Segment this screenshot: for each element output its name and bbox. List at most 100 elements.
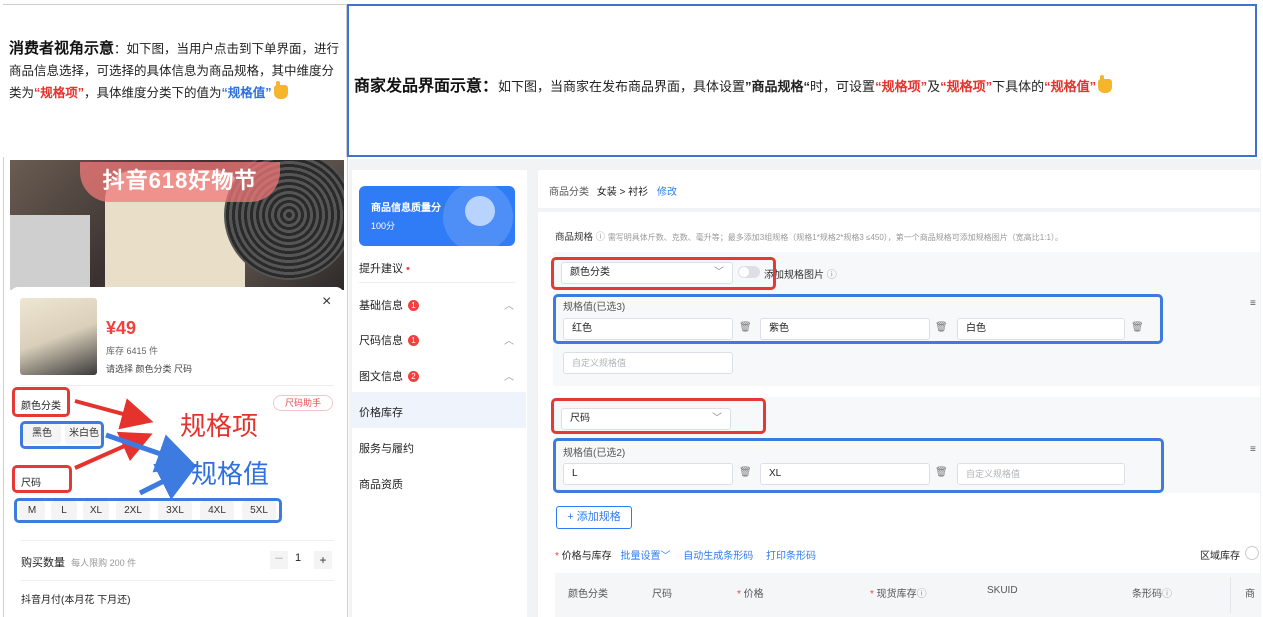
right-header-desc-3: 及 [927, 79, 941, 94]
drag-handle-icon[interactable]: ≡ [1250, 298, 1256, 309]
size-helper-button[interactable]: 尺码助手 [273, 395, 333, 411]
required-dot: • [403, 263, 410, 275]
sidebar-item-qualification[interactable]: 商品资质 [359, 476, 403, 492]
smiley-icon [465, 196, 495, 226]
sidebar-item-label: 图文信息 [359, 371, 403, 383]
chevron-up-icon[interactable]: ︿ [504, 332, 514, 347]
selection-hint: 请选择 颜色分类 尺码 [106, 364, 193, 374]
promo-shirt-left [10, 215, 90, 290]
info-icon: ⓘ [916, 589, 927, 600]
right-header-desc-2: 时，可设置 [810, 79, 876, 94]
spec-item-highlight-1 [551, 257, 776, 290]
quality-title: 商品信息质量分 [371, 203, 441, 214]
left-header-cell: 消费者视角示意：如下图，当用户点击到下单界面，进行商品信息选择，可选择的具体信息… [3, 4, 347, 157]
region-stock-label: 区域库存 [1200, 551, 1240, 562]
spec-item-highlight-color [12, 387, 70, 417]
promo-banner: 抖音618好物节 [80, 162, 280, 202]
auto-barcode-link[interactable]: 自动生成条形码 [683, 551, 753, 562]
left-header-spec-item: “规格项” [34, 86, 85, 100]
sidebar-item-label: 基础信息 [359, 300, 403, 312]
table-header-stock-text: 现货库存 [876, 589, 917, 600]
spec-item-highlight-2 [551, 398, 766, 434]
quantity-value[interactable]: 1 [295, 552, 301, 564]
category-row: 商品分类 女装 > 衬衫 修改 [549, 183, 677, 198]
arrow-to-size-value [138, 464, 198, 500]
sidebar-item-badge: 1 [408, 335, 419, 346]
table-header-barcode: 条形码ⓘ [1132, 585, 1172, 600]
chevron-down-icon: ﹀ [660, 551, 671, 562]
suggest-label[interactable]: 提升建议 • [359, 260, 410, 276]
chevron-up-icon[interactable]: ︿ [504, 297, 514, 312]
suggest-label-text: 提升建议 [359, 263, 403, 275]
pointing-hand-icon [273, 81, 288, 99]
pay-later-label: 抖音月付(本月花 下月还) [21, 595, 131, 606]
product-thumbnail [20, 298, 97, 375]
spec-value-highlight-2 [553, 438, 1164, 493]
consumer-view-title: 消费者视角示意 [9, 40, 115, 57]
category-label: 商品分类 [549, 187, 589, 198]
middle-divider [347, 157, 348, 617]
info-icon: ⓘ [1162, 589, 1172, 600]
left-divider [3, 157, 4, 617]
product-price: ¥49 [106, 318, 137, 338]
pointing-hand-icon [1098, 75, 1113, 93]
sidebar-item-service[interactable]: 服务与履约 [359, 440, 414, 456]
quality-score-card[interactable]: 商品信息质量分 100分 [359, 186, 515, 246]
table-header-barcode-text: 条形码 [1132, 589, 1162, 600]
left-header-text: 消费者视角示意：如下图，当用户点击到下单界面，进行商品信息选择，可选择的具体信息… [9, 38, 341, 104]
spec1-custom-value-input[interactable]: 自定义规格值 [563, 352, 733, 374]
right-header-cell: 商家发品界面示意：如下图，当商家在发布商品界面，具体设置”商品规格“时，可设置“… [347, 4, 1257, 157]
print-barcode-link[interactable]: 打印条形码 [766, 551, 816, 562]
info-icon: ⓘ [595, 232, 606, 243]
right-header-product-spec: ”商品规格“ [745, 79, 811, 94]
drag-handle-icon[interactable]: ≡ [1250, 444, 1256, 455]
quantity-limit: 每人限购 200 件 [71, 558, 137, 568]
sidebar-item-price-stock[interactable]: 价格库存 [359, 404, 403, 420]
quantity-label: 购买数量 每人限购 200 件 [21, 554, 136, 570]
spec-title: 商品规格 [555, 232, 594, 243]
add-spec-button[interactable]: + 添加规格 [556, 506, 632, 529]
quantity-plus-button[interactable]: + [314, 551, 332, 569]
chevron-up-icon[interactable]: ︿ [504, 368, 514, 383]
promo-image: 抖音618好物节 [10, 160, 344, 290]
sidebar-item-size-info[interactable]: 尺码信息 1 [359, 332, 419, 348]
sidebar-item-badge: 1 [408, 300, 419, 311]
sheet-divider [20, 385, 334, 386]
sidebar-divider [359, 282, 515, 283]
sidebar-item-graphic-info[interactable]: 图文信息 2 [359, 368, 419, 384]
right-header-desc-4: 下具体的 [992, 79, 1045, 94]
sheet-divider-3 [20, 580, 334, 581]
table-header-price-text: 价格 [743, 589, 764, 600]
sidebar-item-badge: 2 [408, 371, 419, 382]
table-header-stock: * 现货库存ⓘ [870, 585, 927, 600]
sidebar-item-basic-info[interactable]: 基础信息 1 [359, 297, 419, 313]
required-star: * [555, 551, 559, 562]
right-header-spec-value: “规格值” [1044, 79, 1097, 94]
close-icon[interactable]: × [322, 293, 331, 311]
right-header-spec-item-2: “规格项” [940, 79, 993, 94]
arrow-to-color-item [74, 398, 154, 430]
table-header-color: 颜色分类 [568, 589, 608, 600]
table-col-divider [1230, 577, 1231, 613]
region-stock-toggle[interactable] [1245, 546, 1259, 560]
price-stock-label: 价格与库存 [561, 551, 612, 562]
table-header-size: 尺码 [652, 589, 672, 600]
quantity-minus-button[interactable]: － [270, 551, 288, 569]
category-edit-link[interactable]: 修改 [657, 187, 677, 198]
required-star: * [737, 589, 744, 600]
price-stock-row: * 价格与库存 批量设置﹀ 自动生成条形码 打印条形码 [555, 547, 816, 562]
quantity-label-text: 购买数量 [21, 557, 65, 569]
product-stock: 库存 6415 件 [106, 346, 159, 356]
right-header-spec-item: “规格项” [875, 79, 928, 94]
category-path: 女装 > 衬衫 [596, 187, 649, 198]
table-header-price: * 价格 [737, 585, 764, 600]
annotation-spec-value: 规格值 [191, 459, 270, 489]
merchant-view-title: 商家发品界面示意： [354, 78, 499, 95]
left-header-desc-2: ，具体维度分类下的值为 [84, 86, 222, 100]
table-header-more: 商 [1245, 589, 1255, 600]
batch-setting-link[interactable]: 批量设置 [620, 551, 660, 562]
sidebar-item-label: 尺码信息 [359, 335, 403, 347]
spec-item-highlight-size [12, 465, 72, 493]
spec-value-highlight-1 [553, 294, 1163, 344]
table-header-skuid: SKUID [987, 585, 1018, 596]
